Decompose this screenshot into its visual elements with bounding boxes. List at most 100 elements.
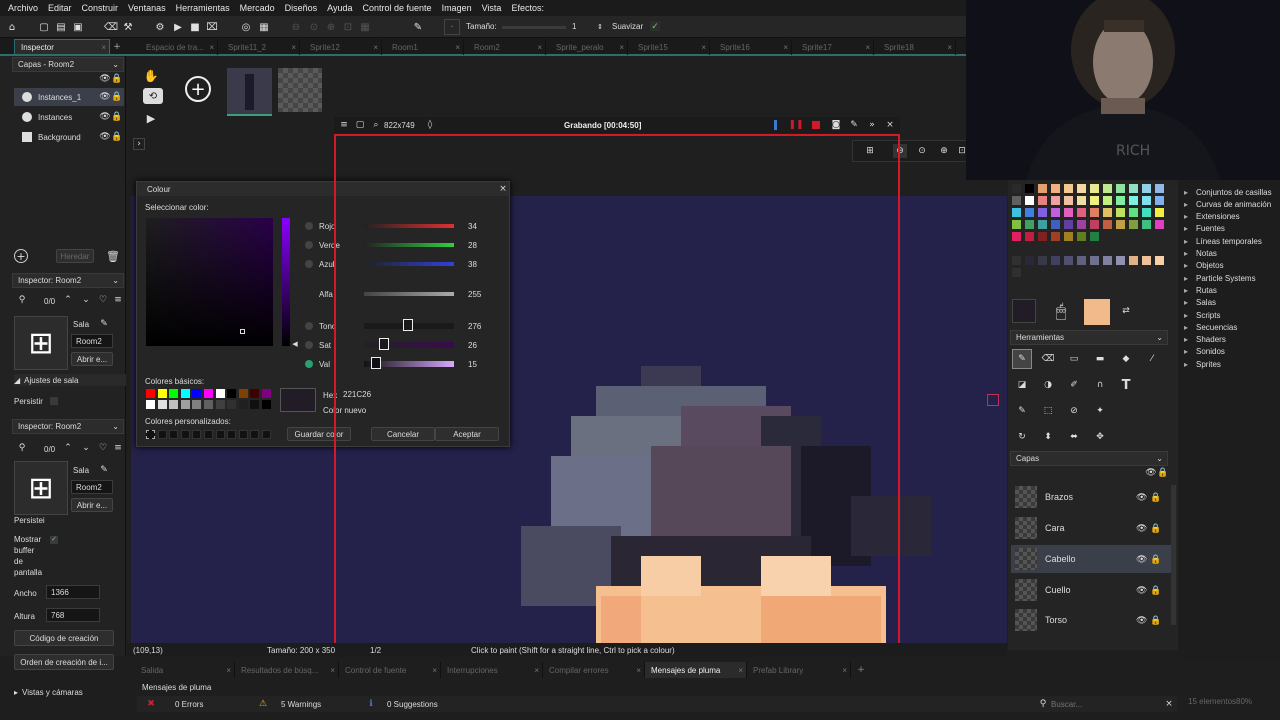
resource-folder[interactable]: ▸ Curvas de animación [1184,198,1271,210]
flip-v-icon[interactable]: ⬍ [1038,427,1058,447]
tag-icon[interactable]: ✎ [98,464,110,476]
open-editor-button[interactable]: Abrir e... [71,498,113,512]
palette-swatch[interactable] [1155,208,1164,217]
smooth-checkbox[interactable]: ✓ [650,21,660,31]
palette-swatch[interactable] [1051,220,1060,229]
text-tool-icon[interactable]: T [1116,375,1136,395]
palette-swatch[interactable] [1090,256,1099,265]
close-icon[interactable]: × [636,666,641,675]
picker-tool-icon[interactable]: ✎ [1012,401,1032,421]
close-icon[interactable]: × [291,43,296,52]
tab-inspector[interactable]: Inspector × [14,39,110,55]
palette-swatch[interactable] [1012,208,1021,217]
menu-imagen[interactable]: Imagen [442,3,472,13]
size-spinner-icon[interactable]: ⇕ [592,19,608,35]
resource-folder[interactable]: ▸ Sonidos [1184,346,1225,358]
zoom-out-icon[interactable]: ⊖ [288,19,304,35]
palette-swatch[interactable] [1077,232,1086,241]
tools-header[interactable]: Herramientas ⌄ [1010,330,1168,345]
palette-swatch[interactable] [1129,256,1138,265]
palette-swatch[interactable] [1038,184,1047,193]
select-rect-icon[interactable]: ⬚ [1038,401,1058,421]
close-icon[interactable]: × [1163,698,1175,710]
custom-color-swatch[interactable] [238,430,248,439]
palette-swatch[interactable] [1064,232,1073,241]
close-icon[interactable]: × [226,666,231,675]
blue-slider[interactable] [364,262,454,266]
open-editor-button[interactable]: Abrir e... [71,352,113,366]
close-icon[interactable]: × [619,43,624,52]
palette-swatch[interactable] [1142,256,1151,265]
resource-folder[interactable]: ▸ Secuencias [1184,321,1237,333]
lock-icon[interactable]: 🔒 [111,131,122,143]
palette-swatch[interactable] [1077,256,1086,265]
basic-color-swatch[interactable] [146,389,155,398]
color-field[interactable] [146,218,273,346]
custom-color-swatch[interactable] [146,430,155,439]
palette-swatch[interactable] [1025,220,1034,229]
layers-scrollbar[interactable] [1171,485,1176,625]
tab-doc[interactable]: Sprite_peralo × [550,39,628,55]
palette-swatch[interactable] [1012,220,1021,229]
palette-swatch[interactable] [1064,208,1073,217]
palette-swatch[interactable] [1142,208,1151,217]
output-tab[interactable]: Prefab Library × [747,662,851,678]
warning-icon[interactable]: ⚠ [257,698,269,710]
stamp2-tool-icon[interactable]: ▬ [1090,349,1110,369]
save-icon[interactable]: ▣ [70,19,86,35]
close-icon[interactable]: × [865,43,870,52]
close-icon[interactable]: × [842,666,847,675]
run-icon[interactable]: ▶ [170,19,186,35]
drop-icon[interactable]: ◊ [424,119,436,131]
height-field[interactable]: 768 [46,608,100,622]
search-input[interactable] [1051,697,1161,711]
hex-field[interactable]: 221C26 [339,388,409,401]
primary-color[interactable] [1012,299,1036,323]
palette-swatch[interactable] [1155,184,1164,193]
curve-tool-icon[interactable]: ∩ [1090,375,1110,395]
palette-swatch[interactable] [1064,184,1073,193]
size-value[interactable]: 1 [572,20,576,32]
close-icon[interactable]: × [947,43,952,52]
radio-green[interactable] [305,241,313,249]
red-slider[interactable] [364,224,454,228]
play-icon[interactable]: ▶ [143,110,159,126]
basic-color-swatch[interactable] [250,400,260,409]
close-icon[interactable]: × [783,43,788,52]
collapse-icon[interactable]: » [866,119,878,131]
basic-color-swatch[interactable] [204,400,213,409]
grid-icon[interactable]: ▦ [256,19,272,35]
palette-swatch[interactable] [1012,232,1021,241]
menu-ayuda[interactable]: Ayuda [327,3,352,13]
new-file-icon[interactable]: ▢ [36,19,52,35]
menu-mercado[interactable]: Mercado [240,3,275,13]
custom-color-swatch[interactable] [215,430,225,439]
lock-icon[interactable]: 🔒 [1157,467,1168,479]
basic-color-swatch[interactable] [169,400,179,409]
green-slider[interactable] [364,243,454,247]
palette-swatch[interactable] [1038,232,1047,241]
sprite-layer-row[interactable]: Brazos 👁 🔒 [1011,483,1171,511]
tab-doc[interactable]: Room1 × [386,39,464,55]
palette-swatch[interactable] [1116,256,1125,265]
hand-icon[interactable]: ✋ [143,68,159,84]
rotate-icon[interactable]: ↻ [1012,427,1032,447]
palette-swatch[interactable] [1064,256,1073,265]
eye-icon[interactable]: 👁 [1136,585,1147,596]
basic-color-swatch[interactable] [227,389,237,398]
eye-icon[interactable]: 👁 [1144,467,1158,479]
palette-swatch[interactable] [1103,220,1112,229]
stop-record-icon[interactable] [812,121,820,129]
menu-control-fuente[interactable]: Control de fuente [363,3,432,13]
move-icon[interactable]: ✥ [1090,427,1110,447]
zoom-reset-icon[interactable]: ⊙ [915,144,929,158]
palette-swatch[interactable] [1025,256,1034,265]
target-icon[interactable]: ◎ [238,19,254,35]
basic-color-swatch[interactable] [169,389,179,398]
output-tab[interactable]: Compilar errores × [543,662,645,678]
resource-folder[interactable]: ▸ Rutas [1184,284,1217,296]
eye-icon[interactable]: 👁 [98,131,112,143]
debug-icon[interactable]: ⚙ [152,19,168,35]
pause-icon[interactable]: ❚❚ [788,119,803,131]
fit-icon[interactable]: ⊡ [340,19,356,35]
